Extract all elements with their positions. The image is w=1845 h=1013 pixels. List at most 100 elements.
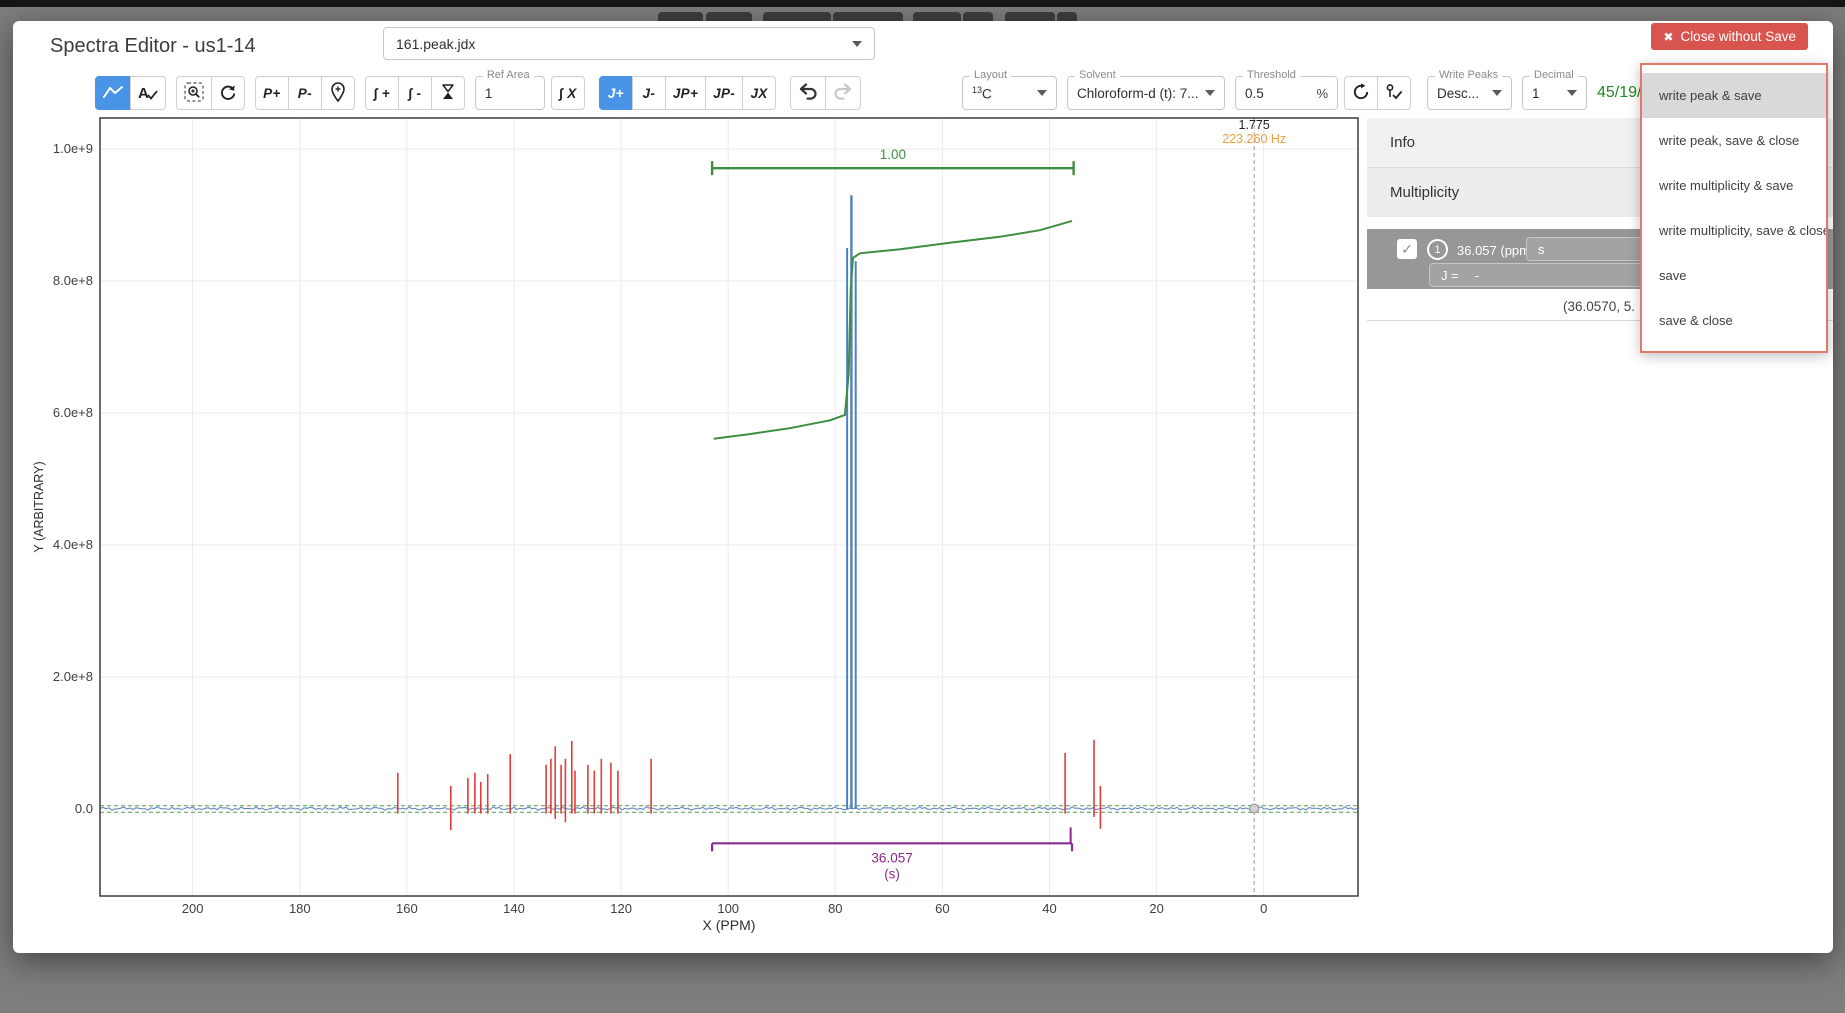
spectrum-line-mode-button[interactable] — [95, 76, 131, 110]
menu-item[interactable]: write multiplicity & save — [1642, 163, 1826, 208]
svg-text:20: 20 — [1149, 901, 1163, 916]
spectrum-file-name: 161.peak.jdx — [396, 36, 475, 52]
write-peaks-select[interactable]: Write Peaks Desc... — [1427, 76, 1512, 110]
redo-button[interactable] — [825, 76, 861, 110]
chevron-down-icon — [1037, 90, 1047, 96]
layout-select[interactable]: Layout 13C — [962, 76, 1057, 110]
ref-area-field[interactable]: Ref Area 1 — [475, 76, 545, 110]
multiplet-shift: 36.057 (ppm) — [1457, 243, 1534, 258]
integral-remove-button[interactable]: ∫ - — [398, 76, 432, 110]
svg-text:100: 100 — [717, 901, 739, 916]
decimal-value: 1 — [1532, 86, 1540, 101]
menu-item[interactable]: write peak & save — [1642, 73, 1826, 118]
chevron-down-icon — [1205, 90, 1215, 96]
svg-text:1.00: 1.00 — [880, 147, 906, 162]
menu-item[interactable]: save — [1642, 253, 1826, 298]
svg-text:0: 0 — [1260, 901, 1267, 916]
menu-item[interactable]: write peak, save & close — [1642, 118, 1826, 163]
spectrum-file-select[interactable]: 161.peak.jdx — [383, 27, 875, 60]
svg-text:1.0e+9: 1.0e+9 — [53, 141, 93, 156]
j-add-button[interactable]: J+ — [599, 76, 633, 110]
svg-text:8.0e+8: 8.0e+8 — [53, 273, 93, 288]
svg-text:2.0e+8: 2.0e+8 — [53, 669, 93, 684]
svg-text:40: 40 — [1042, 901, 1056, 916]
zoom-select-button[interactable] — [176, 76, 212, 110]
check-icon: ✓ — [1401, 241, 1413, 258]
close-button-label: Close without Save — [1680, 29, 1796, 44]
menu-item[interactable]: write multiplicity, save & close — [1642, 208, 1826, 253]
check-icon — [149, 82, 158, 104]
background-top-bar — [0, 0, 1845, 7]
svg-text:36.057: 36.057 — [871, 850, 912, 865]
integral-clear-button[interactable]: ∫ X — [551, 76, 585, 110]
redo-icon — [833, 83, 853, 103]
multiplicity-value: s — [1538, 242, 1545, 257]
solvent-select[interactable]: Solvent Chloroform-d (t): 7... — [1067, 76, 1225, 110]
chevron-down-icon — [1492, 90, 1502, 96]
chevron-down-icon — [852, 41, 862, 47]
undo-icon — [798, 83, 818, 103]
ref-area-value: 1 — [485, 86, 493, 101]
multiplicity-section-label: Multiplicity — [1390, 184, 1459, 201]
zoom-reset-button[interactable] — [211, 76, 245, 110]
integral-add-button[interactable]: ∫ + — [365, 76, 399, 110]
spectra-editor-dialog: Spectra Editor - us1-14 161.peak.jdx ✖ C… — [13, 21, 1833, 953]
svg-text:160: 160 — [396, 901, 418, 916]
svg-text:200: 200 — [182, 901, 204, 916]
j-label: J = — [1441, 268, 1459, 283]
svg-text:140: 140 — [503, 901, 525, 916]
solvent-label: Solvent — [1075, 69, 1120, 81]
decimal-select[interactable]: Decimal 1 — [1522, 76, 1587, 110]
svg-text:0.0: 0.0 — [75, 801, 93, 816]
j-value: - — [1475, 268, 1479, 283]
multiplet-index-badge: 1 — [1427, 239, 1448, 260]
peak-pick-check-button[interactable] — [1377, 76, 1411, 110]
svg-text:6.0e+8: 6.0e+8 — [53, 405, 93, 420]
threshold-value: 0.5 — [1245, 86, 1264, 101]
svg-text:(s): (s) — [884, 866, 900, 881]
close-icon: ✖ — [1663, 30, 1673, 44]
peak-check-icon — [1385, 83, 1403, 104]
peak-remove-button[interactable]: P- — [288, 76, 322, 110]
chart-line-icon — [103, 85, 123, 102]
close-without-save-button[interactable]: ✖ Close without Save — [1651, 23, 1808, 50]
write-peaks-value: Desc... — [1437, 86, 1479, 101]
hourglass-icon — [441, 83, 455, 104]
svg-text:80: 80 — [828, 901, 842, 916]
peak-add-button[interactable]: P+ — [255, 76, 289, 110]
svg-text:4.0e+8: 4.0e+8 — [53, 537, 93, 552]
svg-text:60: 60 — [935, 901, 949, 916]
pin-add-icon — [330, 82, 346, 105]
jp-remove-button[interactable]: JP- — [705, 76, 743, 110]
menu-item[interactable]: save & close — [1642, 298, 1826, 343]
threshold-label: Threshold — [1243, 69, 1300, 81]
svg-text:Y (ARBITRARY): Y (ARBITRARY) — [32, 461, 46, 552]
jp-add-button[interactable]: JP+ — [665, 76, 706, 110]
threshold-field[interactable]: Threshold 0.5 % — [1235, 76, 1338, 110]
info-section-label: Info — [1390, 134, 1415, 151]
integral-auto-button[interactable] — [431, 76, 465, 110]
reset-zoom-icon — [219, 83, 237, 104]
toolbar-left: A P+ P- — [95, 76, 861, 110]
decimal-label: Decimal — [1530, 69, 1578, 81]
solvent-value: Chloroform-d (t): 7... — [1077, 86, 1199, 101]
refresh-peaks-button[interactable] — [1344, 76, 1378, 110]
layout-value: 13C — [972, 85, 992, 102]
multiplet-checkbox[interactable]: ✓ — [1397, 239, 1417, 259]
auto-assignment-button[interactable]: A — [130, 76, 166, 110]
svg-text:180: 180 — [289, 901, 311, 916]
threshold-unit: % — [1316, 86, 1328, 101]
layout-label: Layout — [970, 69, 1011, 81]
j-remove-button[interactable]: J- — [632, 76, 666, 110]
spectrum-plot[interactable]: 2001801601401201008060402001.0e+98.0e+86… — [13, 21, 1413, 946]
save-menu: write peak & savewrite peak, save & clos… — [1640, 63, 1828, 353]
svg-text:1.775: 1.775 — [1239, 118, 1270, 132]
peak-pick-pin-button[interactable] — [321, 76, 355, 110]
ref-area-label: Ref Area — [483, 69, 534, 81]
j-clear-button[interactable]: JX — [742, 76, 776, 110]
zoom-area-icon — [184, 82, 204, 105]
chevron-down-icon — [1567, 90, 1577, 96]
refresh-icon — [1352, 83, 1370, 104]
undo-button[interactable] — [790, 76, 826, 110]
dialog-title: Spectra Editor - us1-14 — [50, 35, 256, 58]
